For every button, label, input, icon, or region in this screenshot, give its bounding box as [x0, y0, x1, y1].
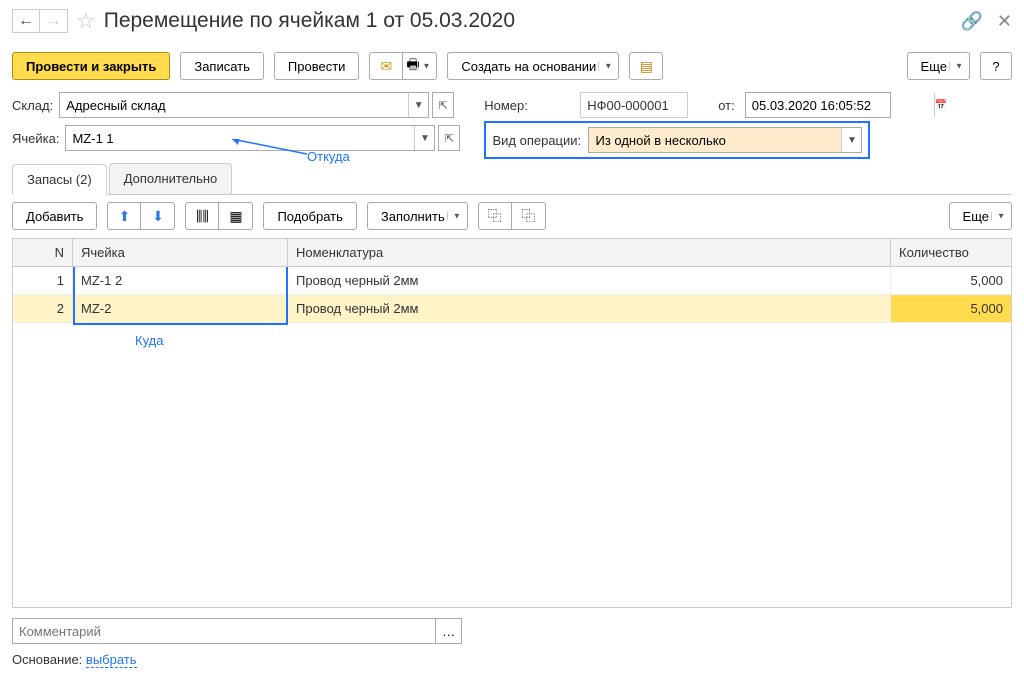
table-row[interactable]: 1 MZ-1 2 Провод черный 2мм 5,000 — [13, 267, 1011, 295]
report-button[interactable]: ▤ — [629, 52, 663, 80]
col-header-qty[interactable]: Количество — [891, 239, 1011, 266]
optype-dropdown-icon[interactable]: ▼ — [841, 128, 861, 152]
copy-rows-button[interactable]: ⿻ — [478, 202, 512, 230]
link-icon[interactable]: 🔗 — [960, 11, 982, 32]
grid-header: N Ячейка Номенклатура Количество — [13, 239, 1011, 267]
move-up-button[interactable]: ⬆ — [107, 202, 141, 230]
data-grid: N Ячейка Номенклатура Количество 1 MZ-1 … — [12, 238, 1012, 608]
cell-input-wrap[interactable]: ▼ — [65, 125, 435, 151]
cell-n: 1 — [13, 267, 73, 294]
barcode-button[interactable]: ⫼⫼ — [185, 202, 219, 230]
col-header-cell[interactable]: Ячейка — [73, 239, 288, 266]
page-title: Перемещение по ячейкам 1 от 05.03.2020 — [104, 9, 947, 33]
comment-field[interactable]: … — [12, 618, 462, 644]
cell-open-button[interactable]: ⇱ — [438, 125, 460, 151]
cell-nom: Провод черный 2мм — [288, 295, 891, 322]
grid-more-button[interactable]: Еще — [949, 202, 1012, 230]
cell-dropdown-icon[interactable]: ▼ — [414, 126, 434, 150]
cell-cell: MZ-1 2 — [73, 267, 288, 294]
table-row[interactable]: 2 MZ-2 Провод черный 2мм 5,000 — [13, 295, 1011, 323]
cell-n: 2 — [13, 295, 73, 322]
form-row-2: Ячейка: ▼ ⇱ Откуда Вид операции: ▼ — [12, 125, 1012, 155]
col-header-n[interactable]: N — [13, 239, 73, 266]
operation-type-highlight: Вид операции: ▼ — [484, 121, 870, 159]
arrow-up-icon: ⬆ — [119, 208, 131, 225]
optype-input-wrap[interactable]: ▼ — [588, 127, 862, 153]
mail-button[interactable]: ✉ — [369, 52, 403, 80]
nav-forward-button[interactable]: → — [40, 9, 68, 33]
grid-body: 1 MZ-1 2 Провод черный 2мм 5,000 2 MZ-2 … — [13, 267, 1011, 607]
comment-expand-button[interactable]: … — [436, 618, 462, 644]
fill-button[interactable]: Заполнить — [367, 202, 468, 230]
comment-input[interactable] — [12, 618, 436, 644]
col-header-nom[interactable]: Номенклатура — [288, 239, 891, 266]
barcode-icon: ⫼⫼ — [196, 208, 209, 225]
basis-label: Основание: — [12, 652, 82, 667]
footer: … Основание: выбрать — [12, 618, 1012, 667]
copy-icon: ⿻ — [488, 206, 502, 226]
post-button[interactable]: Провести — [274, 52, 360, 80]
cell-nom: Провод черный 2мм — [288, 267, 891, 294]
basis-select-link[interactable]: выбрать — [86, 652, 137, 668]
cell-qty[interactable]: 5,000 — [891, 295, 1011, 322]
number-input-wrap — [580, 92, 688, 118]
cell-label: Ячейка: — [12, 131, 59, 146]
number-label: Номер: — [484, 98, 574, 113]
printer-icon: 🖶 — [406, 54, 419, 78]
post-and-close-button[interactable]: Провести и закрыть — [12, 52, 170, 80]
tab-stock[interactable]: Запасы (2) — [12, 164, 107, 195]
date-input[interactable] — [746, 93, 934, 117]
scan-icon: ▦ — [229, 208, 242, 225]
basis-row: Основание: выбрать — [12, 652, 1012, 667]
paste-rows-button[interactable]: ⿻ — [512, 202, 546, 230]
scan-button[interactable]: ▦ — [219, 202, 253, 230]
warehouse-open-button[interactable]: ⇱ — [432, 92, 454, 118]
note-from-label: Откуда — [307, 149, 350, 164]
mail-print-group: ✉ 🖶 — [369, 52, 437, 80]
print-button[interactable]: 🖶 — [403, 52, 437, 80]
barcode-group: ⫼⫼ ▦ — [185, 202, 253, 230]
tabs: Запасы (2) Дополнительно — [12, 163, 1012, 195]
grid-toolbar: Добавить ⬆ ⬇ ⫼⫼ ▦ Подобрать Заполнить ⿻ … — [12, 202, 1012, 230]
optype-input[interactable] — [589, 128, 841, 152]
warehouse-input-wrap[interactable]: ▼ — [59, 92, 429, 118]
calendar-icon[interactable]: 📅 — [934, 93, 947, 117]
cell-cell: MZ-2 — [73, 295, 288, 322]
close-icon[interactable]: ✕ — [997, 11, 1012, 32]
report-icon: ▤ — [640, 58, 653, 75]
clipboard-group: ⿻ ⿻ — [478, 202, 546, 230]
optype-label: Вид операции: — [492, 133, 582, 148]
note-to-label: Куда — [135, 333, 163, 348]
pick-button[interactable]: Подобрать — [263, 202, 356, 230]
warehouse-dropdown-icon[interactable]: ▼ — [408, 93, 428, 117]
main-toolbar: Провести и закрыть Записать Провести ✉ 🖶… — [12, 52, 1012, 80]
mail-icon: ✉ — [381, 58, 393, 75]
save-button[interactable]: Записать — [180, 52, 264, 80]
date-input-wrap[interactable]: 📅 — [745, 92, 891, 118]
move-row-group: ⬆ ⬇ — [107, 202, 175, 230]
help-button[interactable]: ? — [980, 52, 1012, 80]
more-button[interactable]: Еще — [907, 52, 970, 80]
window-header: ← → ☆ Перемещение по ячейкам 1 от 05.03.… — [12, 8, 1012, 34]
cell-input[interactable] — [66, 126, 414, 150]
paste-icon: ⿻ — [521, 206, 535, 226]
favorite-star-icon[interactable]: ☆ — [76, 8, 96, 34]
date-label: от: — [718, 98, 735, 113]
tab-extra[interactable]: Дополнительно — [109, 163, 233, 194]
warehouse-label: Склад: — [12, 98, 53, 113]
add-row-button[interactable]: Добавить — [12, 202, 97, 230]
nav-back-button[interactable]: ← — [12, 9, 40, 33]
move-down-button[interactable]: ⬇ — [141, 202, 175, 230]
cell-qty: 5,000 — [891, 267, 1011, 294]
warehouse-input[interactable] — [60, 93, 408, 117]
create-based-on-button[interactable]: Создать на основании — [447, 52, 619, 80]
form-row-1: Склад: ▼ ⇱ Номер: от: 📅 — [12, 92, 1012, 118]
arrow-down-icon: ⬇ — [152, 208, 164, 225]
